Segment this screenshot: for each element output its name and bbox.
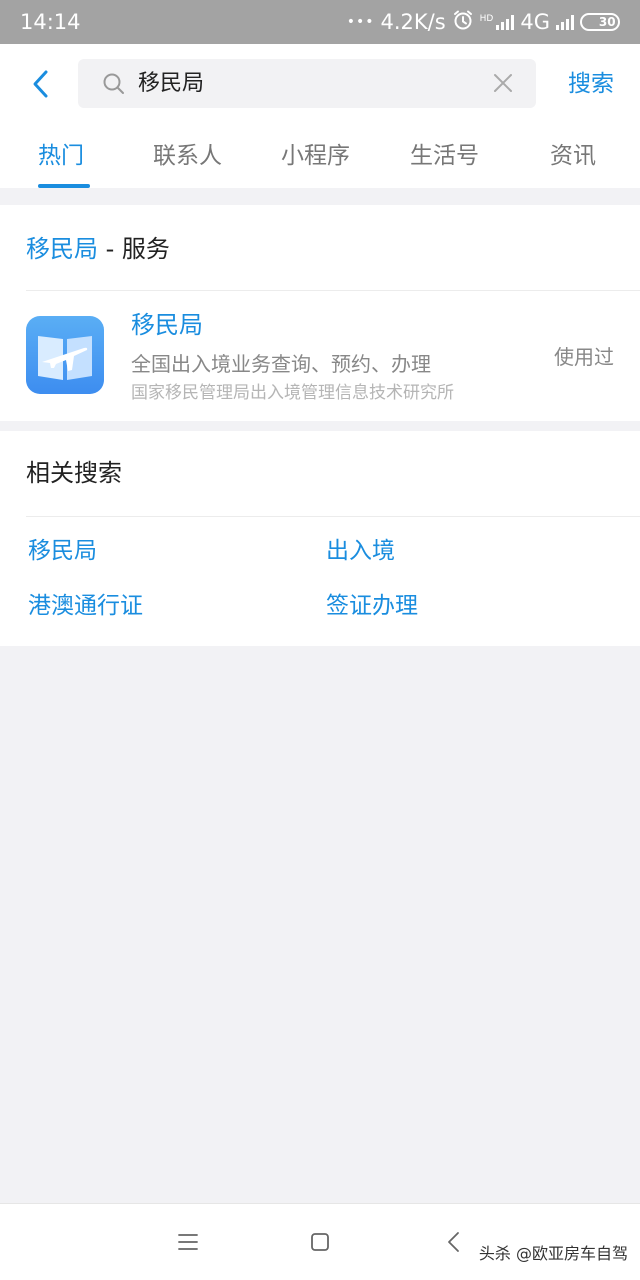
service-title-suffix: - 服务	[98, 235, 170, 263]
watermark: 头杀 @欧亚房车自驾	[478, 1244, 628, 1263]
app-organization: 国家移民管理局出入境管理信息技术研究所	[131, 383, 454, 403]
related-searches: 相关搜索 移民局 出入境 港澳通行证 签证办理	[0, 431, 640, 646]
status-indicators: ••• 4.2K/s HD 4G 30	[347, 9, 620, 36]
search-query: 移民局	[138, 71, 205, 96]
plane-book-icon	[26, 316, 104, 394]
search-input[interactable]: 移民局	[78, 59, 536, 108]
network-type: 4G	[520, 10, 550, 34]
alarm-icon	[452, 9, 474, 36]
close-icon[interactable]	[492, 72, 514, 94]
service-card: 移民局 - 服务 移民局 全国出入境业务查询、预约、办理 国家移民管理局出入境管…	[0, 205, 640, 421]
related-item[interactable]: 港澳通行证	[28, 590, 143, 622]
divider	[26, 290, 640, 291]
related-item[interactable]: 出入境	[326, 535, 395, 567]
menu-icon[interactable]	[176, 1230, 200, 1254]
related-item[interactable]: 签证办理	[326, 590, 418, 622]
signal-bars-icon-2	[556, 14, 574, 30]
status-time: 14:14	[20, 10, 81, 34]
tab-news[interactable]: 资讯	[550, 140, 596, 172]
tab-life-accounts[interactable]: 生活号	[410, 140, 479, 172]
square-icon[interactable]	[308, 1230, 332, 1254]
app-description: 全国出入境业务查询、预约、办理	[131, 352, 431, 376]
search-header: 移民局 搜索	[0, 44, 640, 124]
network-speed: 4.2K/s	[380, 10, 446, 34]
back-button[interactable]	[22, 64, 58, 104]
used-badge: 使用过	[554, 345, 614, 369]
tab-contacts[interactable]: 联系人	[153, 140, 222, 172]
search-icon	[103, 73, 124, 94]
related-item[interactable]: 移民局	[28, 535, 97, 567]
notification-dots: •••	[346, 14, 375, 30]
chevron-left-icon[interactable]	[442, 1230, 466, 1254]
tab-mini-programs[interactable]: 小程序	[281, 140, 350, 172]
service-title-keyword: 移民局	[26, 235, 98, 263]
tab-hot[interactable]: 热门	[38, 140, 84, 172]
service-section-title: 移民局 - 服务	[26, 233, 170, 265]
battery-level: 30	[598, 15, 616, 29]
result-tabs: 热门 联系人 小程序 生活号 资讯	[0, 124, 640, 188]
chevron-left-icon	[33, 70, 48, 98]
search-button[interactable]: 搜索	[568, 68, 614, 100]
hd-signal-icon: HD	[480, 14, 515, 30]
signal-bars-icon	[496, 14, 515, 30]
related-title: 相关搜索	[26, 459, 122, 487]
divider	[26, 516, 640, 517]
hd-label: HD	[479, 14, 494, 24]
app-name: 移民局	[131, 311, 203, 339]
active-tab-indicator	[38, 184, 90, 188]
status-bar: 14:14 ••• 4.2K/s HD 4G 30	[0, 0, 640, 44]
battery-icon: 30	[580, 13, 620, 31]
